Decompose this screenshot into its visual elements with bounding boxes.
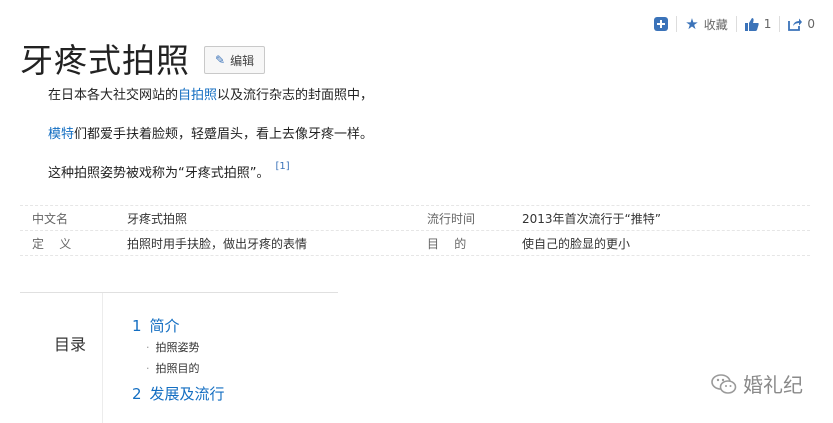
bullet: ·	[146, 362, 150, 375]
toolbar: ★ 收藏 1 0	[646, 14, 823, 34]
intro-text: 这种拍照姿势被戏称为“牙疼式拍照”。	[48, 166, 270, 181]
title-row: 牙疼式拍照 ✎ 编辑	[20, 34, 266, 82]
toc-item-label: 发展及流行	[149, 385, 225, 403]
toc-item-number: 2	[132, 385, 142, 403]
info-row: 定 义 拍照时用手扶脸，做出牙疼的表情 目 的 使自己的脸显的更小	[20, 231, 810, 256]
intro-line-1: 在日本各大社交网站的自拍照以及流行杂志的封面照中，	[48, 86, 373, 106]
toc-subitem-label: 拍照姿势	[155, 341, 200, 354]
share-count: 0	[807, 17, 815, 31]
wechat-icon	[711, 373, 737, 394]
model-link[interactable]: 模特	[48, 127, 74, 142]
toc-item-intro[interactable]: 1 简介	[132, 315, 180, 336]
plus-square-icon	[654, 17, 669, 31]
info-key: 定 义	[32, 236, 72, 251]
intro-text: 们都爱手扶着脸颊，轻蹙眉头，看上去像牙疼一样。	[74, 127, 374, 142]
bullet: ·	[146, 341, 150, 354]
intro-line-3: 这种拍照姿势被戏称为“牙疼式拍照”。 [1]	[48, 161, 373, 184]
info-value: 牙疼式拍照	[127, 211, 188, 226]
toc-item-label: 简介	[149, 317, 180, 335]
intro-text: 以及流行杂志的封面照中，	[217, 88, 374, 103]
toc-divider	[102, 293, 103, 423]
star-icon: ★	[685, 15, 699, 33]
intro-text: 在日本各大社交网站的	[48, 88, 179, 103]
edit-button[interactable]: ✎ 编辑	[204, 46, 266, 74]
collect-label: 收藏	[703, 17, 728, 32]
toc-item-number: 1	[132, 317, 142, 335]
toc-label: 目录	[54, 335, 87, 354]
watermark-text: 婚礼纪	[743, 373, 803, 397]
share-button[interactable]: 0	[780, 14, 823, 34]
table-of-contents: 目录 1 简介 · 拍照姿势 · 拍照目的 2 发展及流行	[20, 292, 338, 423]
info-key: 目 的	[427, 236, 467, 251]
share-icon	[788, 18, 803, 31]
info-value: 使自己的脸显的更小	[522, 236, 631, 251]
page-title: 牙疼式拍照	[20, 41, 190, 80]
toc-subitem-purpose[interactable]: · 拍照目的	[146, 360, 200, 376]
like-button[interactable]: 1	[737, 14, 780, 34]
toc-item-development[interactable]: 2 发展及流行	[132, 383, 225, 404]
edit-label: 编辑	[230, 53, 255, 68]
toc-subitem-pose[interactable]: · 拍照姿势	[146, 339, 200, 355]
info-value: 2013年首次流行于“推特”	[522, 211, 661, 226]
pencil-icon: ✎	[215, 53, 226, 67]
toc-subitem-label: 拍照目的	[155, 362, 200, 375]
like-count: 1	[763, 17, 772, 31]
collect-button[interactable]: ★ 收藏	[677, 14, 735, 34]
info-key: 流行时间	[427, 211, 476, 226]
info-row: 中文名 牙疼式拍照 流行时间 2013年首次流行于“推特”	[20, 205, 810, 231]
intro-line-2: 模特们都爱手扶着脸颊，轻蹙眉头，看上去像牙疼一样。	[48, 125, 373, 145]
intro-paragraph: 在日本各大社交网站的自拍照以及流行杂志的封面照中， 模特们都爱手扶着脸颊，轻蹙眉…	[48, 86, 373, 184]
selfie-link[interactable]: 自拍照	[178, 88, 217, 103]
add-button[interactable]	[646, 14, 676, 34]
info-value: 拍照时用手扶脸，做出牙疼的表情	[127, 236, 308, 251]
thumbs-up-icon	[744, 18, 759, 31]
watermark: 婚礼纪	[711, 369, 803, 398]
info-key: 中文名	[32, 211, 69, 226]
reference-link[interactable]: [1]	[275, 161, 289, 172]
info-table: 中文名 牙疼式拍照 流行时间 2013年首次流行于“推特” 定 义 拍照时用手扶…	[20, 205, 810, 256]
